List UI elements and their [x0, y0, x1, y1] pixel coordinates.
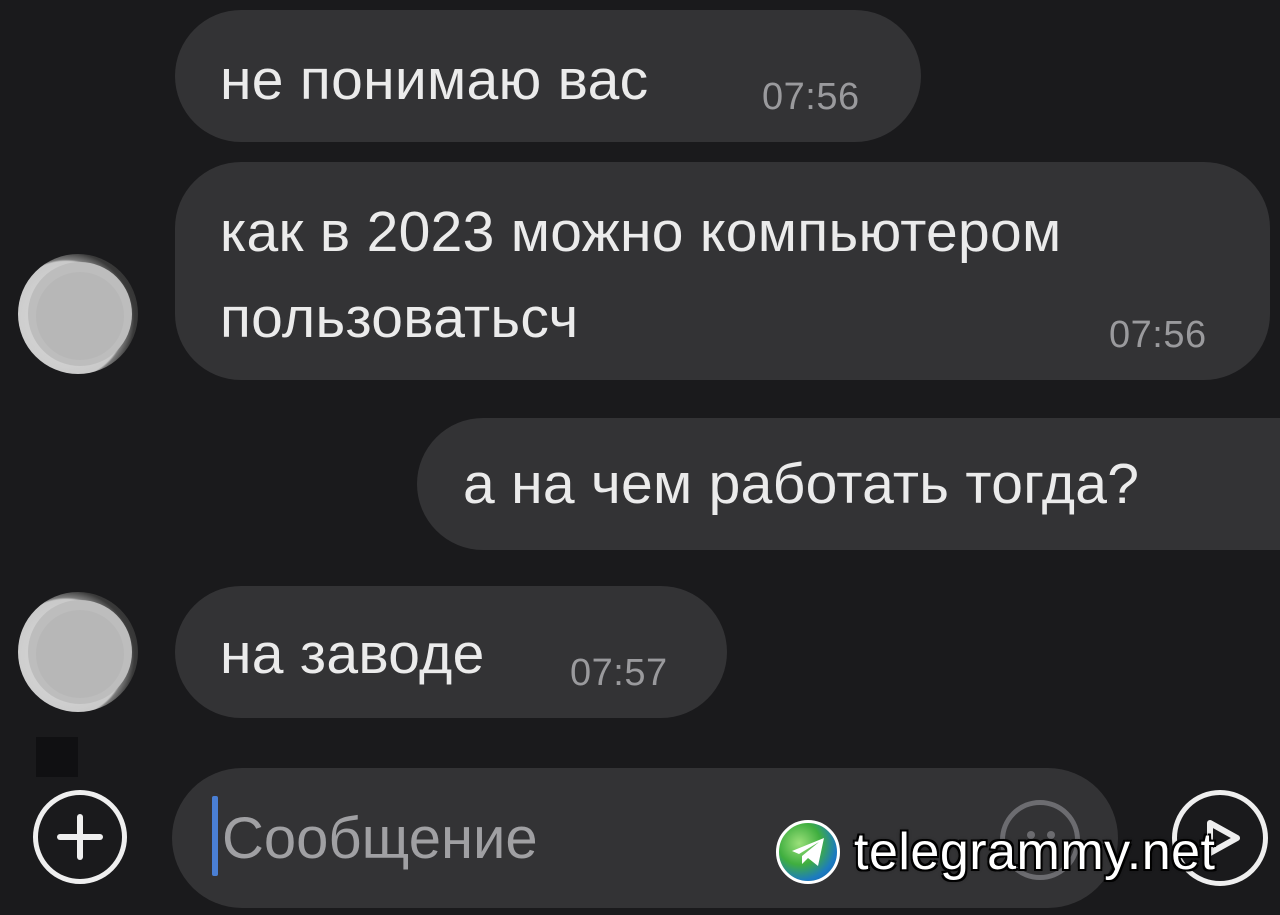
avatar[interactable]: [18, 592, 138, 712]
paper-plane-icon: [792, 838, 824, 866]
message-time: 07:56: [762, 76, 860, 118]
telegram-globe-icon: [776, 820, 840, 884]
message-time: 07:57: [570, 652, 668, 694]
plus-circle-icon: [57, 814, 103, 860]
message-input-placeholder: Сообщение: [222, 806, 538, 871]
image-fragment: [36, 737, 78, 777]
message-text: не понимаю вас: [220, 48, 649, 112]
message-text: на заводе: [220, 622, 485, 686]
watermark: telegrammy.net: [776, 820, 1216, 884]
message-bubble[interactable]: не понимаю вас 07:56: [175, 10, 921, 142]
avatar[interactable]: [18, 254, 138, 374]
message-text-line: пользоватьсч: [220, 286, 579, 350]
message-bubble[interactable]: как в 2023 можно компьютером пользоватьс…: [175, 162, 1270, 380]
text-caret: [212, 796, 218, 876]
attach-button[interactable]: [33, 790, 127, 884]
message-bubble[interactable]: на заводе 07:57: [175, 586, 727, 718]
outgoing-message-bubble[interactable]: а на чем работать тогда?: [417, 418, 1280, 550]
message-time: 07:56: [1109, 314, 1207, 356]
message-text: а на чем работать тогда?: [463, 452, 1140, 516]
message-text-line: как в 2023 можно компьютером: [220, 200, 1062, 264]
chat-window: не понимаю вас 07:56 как в 2023 можно ко…: [0, 0, 1280, 915]
watermark-text: telegrammy.net: [854, 823, 1216, 881]
